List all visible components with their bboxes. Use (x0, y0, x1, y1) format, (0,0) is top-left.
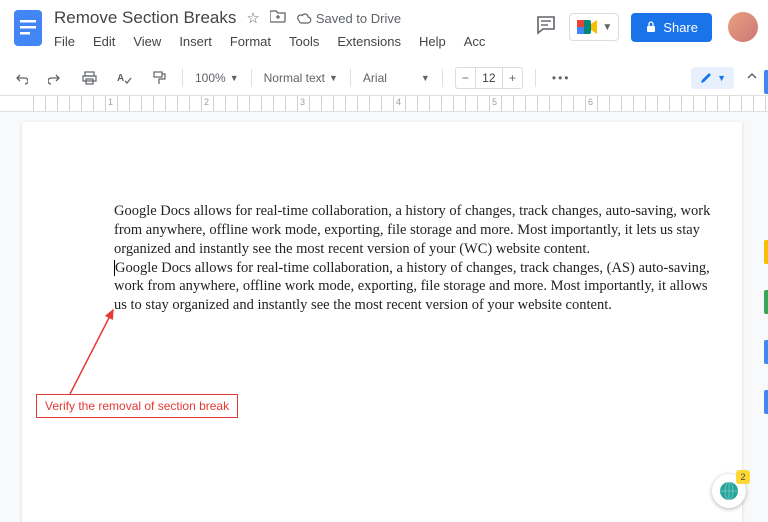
menu-accessibility[interactable]: Acc (464, 34, 486, 49)
chevron-down-icon: ▼ (329, 73, 338, 83)
title-area: Remove Section Breaks ☆ Saved to Drive F… (54, 6, 535, 49)
menu-format[interactable]: Format (230, 34, 271, 49)
menu-bar: File Edit View Insert Format Tools Exten… (54, 28, 535, 49)
share-button[interactable]: Share (631, 13, 712, 42)
header: Remove Section Breaks ☆ Saved to Drive F… (0, 0, 768, 60)
menu-tools[interactable]: Tools (289, 34, 319, 49)
doc-title[interactable]: Remove Section Breaks (54, 8, 236, 28)
ruler[interactable]: 1 2 3 4 5 6 (0, 96, 768, 112)
toolbar: A 100% ▼ Normal text ▼ Arial ▼ − 12 + ••… (0, 60, 768, 96)
side-panel-tab[interactable] (764, 70, 768, 94)
page[interactable]: Google Docs allows for real-time collabo… (22, 122, 742, 522)
redo-button[interactable] (44, 69, 66, 87)
menu-help[interactable]: Help (419, 34, 446, 49)
meet-icon (576, 18, 598, 36)
zoom-select[interactable]: 100% ▼ (195, 71, 239, 85)
share-label: Share (663, 20, 698, 35)
svg-text:A: A (117, 73, 124, 84)
paragraph-2[interactable]: Google Docs allows for real-time collabo… (114, 259, 712, 316)
chevron-down-icon: ▼ (421, 73, 430, 83)
more-button[interactable]: ••• (548, 69, 575, 87)
avatar[interactable] (728, 12, 758, 42)
print-button[interactable] (78, 69, 101, 87)
annotation-callout: Verify the removal of section break (36, 394, 238, 418)
docs-logo-icon[interactable] (10, 6, 46, 50)
spellcheck-button[interactable]: A (113, 69, 136, 87)
font-size-decrease[interactable]: − (456, 69, 475, 87)
collapse-toolbar-button[interactable] (746, 70, 758, 85)
lock-icon (645, 21, 657, 33)
font-size-increase[interactable]: + (503, 69, 522, 87)
paint-format-button[interactable] (148, 69, 170, 87)
paragraph-1[interactable]: Google Docs allows for real-time collabo… (114, 202, 712, 259)
editing-mode-button[interactable]: ▼ (691, 67, 734, 89)
chevron-down-icon: ▼ (602, 22, 612, 33)
explore-button[interactable]: 2 (712, 474, 746, 508)
menu-extensions[interactable]: Extensions (337, 34, 401, 49)
menu-view[interactable]: View (133, 34, 161, 49)
font-select[interactable]: Arial ▼ (363, 71, 430, 85)
menu-insert[interactable]: Insert (179, 34, 212, 49)
menu-edit[interactable]: Edit (93, 34, 115, 49)
font-size-control: − 12 + (455, 67, 523, 89)
canvas: Google Docs allows for real-time collabo… (0, 112, 768, 522)
explore-badge: 2 (736, 470, 750, 484)
cloud-icon (296, 12, 312, 24)
save-status[interactable]: Saved to Drive (296, 11, 401, 26)
chevron-down-icon: ▼ (230, 73, 239, 83)
side-panel-tab[interactable] (764, 240, 768, 264)
menu-file[interactable]: File (54, 34, 75, 49)
saved-label: Saved to Drive (316, 11, 401, 26)
side-panel-tab[interactable] (764, 290, 768, 314)
side-panel-tab[interactable] (764, 340, 768, 364)
chevron-down-icon: ▼ (717, 73, 726, 83)
star-icon[interactable]: ☆ (246, 9, 259, 27)
explore-icon (719, 481, 739, 501)
font-size-value[interactable]: 12 (475, 68, 503, 88)
style-select[interactable]: Normal text ▼ (264, 71, 338, 85)
undo-button[interactable] (10, 69, 32, 87)
meet-button[interactable]: ▼ (569, 13, 619, 41)
move-icon[interactable] (270, 9, 286, 27)
pencil-icon (699, 71, 713, 85)
side-panel-tab[interactable] (764, 390, 768, 414)
comments-icon[interactable] (535, 14, 557, 41)
